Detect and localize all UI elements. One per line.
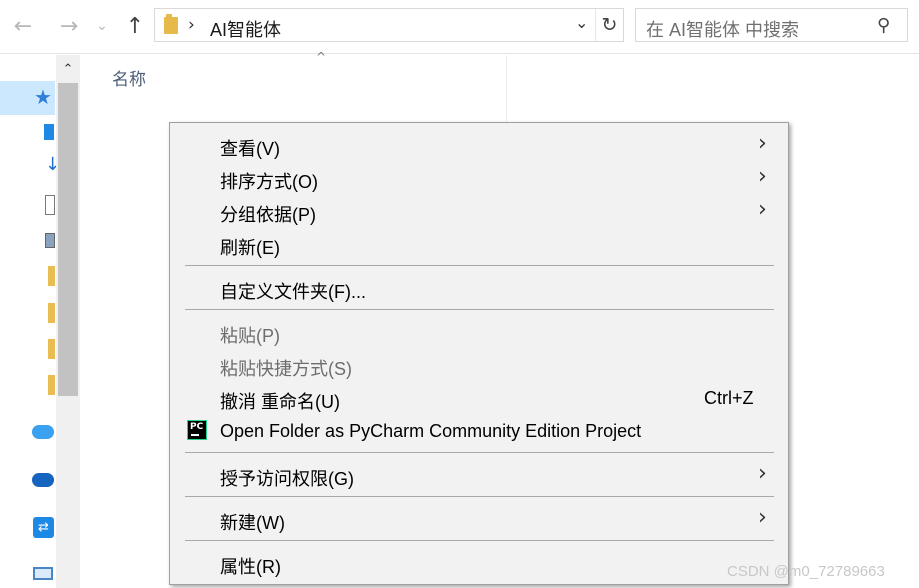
menu-item-paste-shortcut: 粘贴快捷方式(S) [170,348,788,381]
navigation-pane: ★ ↓ ⇄ ⌃ [0,55,80,588]
recent-locations-button[interactable]: ⌄ [90,10,114,42]
menu-item-give-access[interactable]: 授予访问权限(G) › [170,458,788,491]
menu-item-label: 刷新(E) [220,238,280,258]
pycharm-icon-text: PC [190,422,204,432]
chevron-up-icon: ⌃ [62,61,74,77]
menu-item-label: 粘贴快捷方式(S) [220,359,352,379]
submenu-arrow-icon: › [758,164,767,189]
watermark-text: CSDN @m0_72789663 [727,563,885,580]
nav-scrollbar[interactable]: ⌃ [56,55,80,588]
submenu-arrow-icon: › [758,197,767,222]
address-dropdown-icon[interactable]: ⌄ [575,13,588,32]
column-divider[interactable] [506,55,507,125]
scroll-up-button[interactable]: ⌃ [56,55,80,83]
menu-item-label: 授予访问权限(G) [220,469,354,489]
folder-icon[interactable] [48,266,55,286]
menu-item-open-pycharm[interactable]: PC Open Folder as PyCharm Community Edit… [170,414,788,447]
submenu-arrow-icon: › [758,131,767,156]
menu-item-refresh[interactable]: 刷新(E) [170,227,788,260]
menu-item-label: 分组依据(P) [220,205,316,225]
search-box[interactable]: 在 AI智能体 中搜索 ⚲ [635,8,908,42]
back-arrow-icon: ← [13,13,33,39]
icloud-icon[interactable] [32,425,54,439]
menu-item-group-by[interactable]: 分组依据(P) › [170,194,788,227]
folder-icon [164,14,178,34]
menu-item-label: 自定义文件夹(F)... [220,282,366,302]
menu-item-shortcut: Ctrl+Z [704,388,754,408]
onedrive-icon[interactable] [32,473,54,487]
menu-separator [185,452,774,453]
this-pc-icon[interactable] [33,567,53,580]
breadcrumb-current-folder[interactable]: AI智能体 [210,16,281,42]
up-arrow-icon: ↑ [125,13,145,39]
column-header-name[interactable]: 名称 [112,65,146,90]
forward-arrow-icon: → [59,13,79,39]
refresh-icon: ↻ [601,14,618,36]
menu-item-label: 粘贴(P) [220,326,280,346]
app-icon[interactable]: ⇄ [33,517,54,538]
menu-item-label: 排序方式(O) [220,172,318,192]
up-button[interactable]: ↑ [120,10,150,42]
sort-indicator-icon: ^ [316,50,327,64]
menu-item-label: 查看(V) [220,139,280,159]
desktop-icon[interactable] [44,124,54,140]
pycharm-icon: PC [187,420,207,440]
picture-icon[interactable] [45,233,55,248]
submenu-arrow-icon: › [758,461,767,486]
submenu-arrow-icon: › [758,505,767,530]
search-icon[interactable]: ⚲ [877,15,890,36]
menu-item-paste: 粘贴(P) [170,315,788,348]
menu-item-label: Open Folder as PyCharm Community Edition… [220,421,642,441]
menu-separator [185,265,774,266]
menu-item-new[interactable]: 新建(W) › [170,502,788,535]
back-button[interactable]: ← [8,10,38,42]
pycharm-icon-bar [191,434,199,436]
folder-icon[interactable] [48,375,55,395]
context-menu: 查看(V) › 排序方式(O) › 分组依据(P) › 刷新(E) 自定义文件夹… [169,122,789,585]
document-icon[interactable] [45,195,55,215]
menu-item-customize-folder[interactable]: 自定义文件夹(F)... [170,271,788,304]
breadcrumb-chevron-icon[interactable]: › [188,15,195,35]
menu-item-label: 属性(R) [220,557,281,577]
menu-separator [185,540,774,541]
menu-item-properties[interactable]: 属性(R) [170,546,788,579]
menu-item-view[interactable]: 查看(V) › [170,128,788,161]
forward-button[interactable]: → [54,10,84,42]
menu-item-undo-rename[interactable]: 撤消 重命名(U) Ctrl+Z [170,381,788,414]
folder-icon[interactable] [48,303,55,323]
menu-separator [185,309,774,310]
explorer-toolbar: ← → ⌄ ↑ › AI智能体 ⌄ ↻ 在 AI智能体 中搜索 ⚲ [0,0,919,54]
menu-item-label: 新建(W) [220,513,285,533]
folder-icon[interactable] [48,339,55,359]
menu-item-label: 撤消 重命名(U) [220,392,340,412]
app-glyph: ⇄ [38,520,49,535]
address-bar[interactable]: › AI智能体 ⌄ ↻ [154,8,624,42]
menu-item-sort-by[interactable]: 排序方式(O) › [170,161,788,194]
chevron-down-icon: ⌄ [96,18,108,34]
search-input[interactable]: 在 AI智能体 中搜索 [646,16,799,42]
refresh-button[interactable]: ↻ [595,9,623,41]
pin-star-icon[interactable]: ★ [34,85,52,109]
menu-separator [185,496,774,497]
scrollbar-thumb[interactable] [58,83,78,396]
